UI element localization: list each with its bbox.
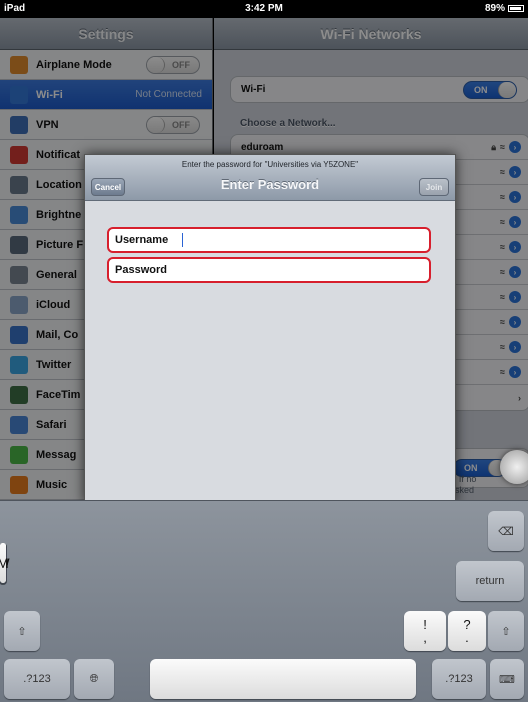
shift-icon: ⇧ <box>17 625 27 638</box>
exclamation-key-glyphs: ! , <box>423 618 427 644</box>
password-label: Password <box>115 264 167 276</box>
question-key-glyphs: ? . <box>463 618 470 644</box>
battery-status: 89% <box>485 3 524 14</box>
status-bar: iPad 3:42 PM 89% <box>0 0 528 18</box>
keyboard-hide-icon: ⌨ <box>499 673 515 686</box>
numbers-key-left[interactable]: .?123 <box>4 659 70 699</box>
right-shift-key[interactable]: ⇧ <box>488 611 524 651</box>
clock: 3:42 PM <box>245 3 283 14</box>
exclamation-key[interactable]: ! , <box>404 611 446 651</box>
numbers-key-right[interactable]: .?123 <box>432 659 486 699</box>
comma-glyph: , <box>423 630 427 645</box>
question-key[interactable]: ? . <box>448 611 486 651</box>
dialog-title: Enter Password <box>220 177 320 192</box>
on-screen-keyboard: ⌫ return ⇧ ! , ? . ⇧ .?123 🌐︎ .?123 ⌨ QW… <box>0 500 528 702</box>
globe-icon: 🌐︎ <box>89 672 99 685</box>
text-cursor <box>182 233 184 247</box>
dialog-prompt: Enter the password for "Universities via… <box>181 160 359 169</box>
shift-icon: ⇧ <box>501 625 511 638</box>
delete-key[interactable]: ⌫ <box>488 511 524 551</box>
username-label: Username <box>115 234 169 246</box>
globe-key[interactable]: 🌐︎ <box>74 659 114 699</box>
battery-percent: 89% <box>484 3 505 14</box>
password-dialog: Enter the password for "Universities via… <box>84 154 456 504</box>
period-glyph: . <box>465 630 469 645</box>
join-button[interactable]: Join <box>419 178 449 196</box>
battery-icon <box>508 5 524 12</box>
hide-keyboard-key[interactable]: ⌨ <box>490 659 524 699</box>
left-shift-key[interactable]: ⇧ <box>4 611 40 651</box>
key-m[interactable]: M <box>0 543 9 583</box>
return-key[interactable]: return <box>456 561 524 601</box>
dialog-header: Enter the password for "Universities via… <box>85 155 455 201</box>
backspace-icon: ⌫ <box>498 525 514 538</box>
assistive-touch-button[interactable] <box>500 450 528 484</box>
username-field[interactable]: Username <box>107 227 431 253</box>
password-field[interactable]: Password <box>107 257 431 283</box>
cancel-button[interactable]: Cancel <box>91 178 125 196</box>
space-bar[interactable] <box>150 659 416 699</box>
